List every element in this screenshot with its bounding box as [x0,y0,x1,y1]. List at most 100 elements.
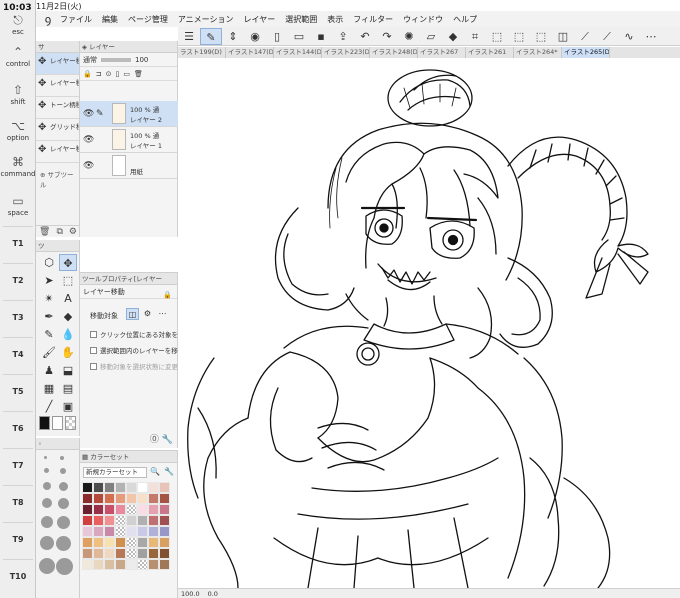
lock-icon[interactable]: 🔒 [83,70,92,78]
menu-view[interactable]: 表示 [327,14,343,25]
wrench-icon[interactable]: 🔧 [162,435,173,445]
blend-mode-select[interactable]: 通常 [83,55,97,65]
t7-key[interactable]: T7 [3,448,33,482]
color-swatch[interactable] [115,493,126,504]
ruler-icon[interactable]: ◫ [552,28,574,45]
document-tab[interactable]: イラスト264* [514,47,562,58]
color-swatch[interactable] [159,493,170,504]
color-swatch[interactable] [126,515,137,526]
color-swatch[interactable] [104,493,115,504]
color-swatch[interactable] [93,493,104,504]
decoration-icon[interactable]: ▦ [40,380,58,397]
brush-size-dot[interactable] [44,456,47,459]
color-swatch[interactable] [82,482,93,493]
angle-value[interactable]: 0.0 [208,589,218,598]
drawing-canvas[interactable] [178,58,680,588]
menu-layer[interactable]: レイヤー [244,14,276,25]
color-swatch[interactable] [115,526,126,537]
save-icon[interactable]: ▪ [310,28,332,45]
color-swatch[interactable] [126,559,137,570]
opacity-slider[interactable] [101,57,131,62]
transform-icon[interactable]: ⌗ [464,28,486,45]
color-swatch[interactable] [159,482,170,493]
menu-filter[interactable]: フィルター [353,14,393,25]
text-icon[interactable]: A [59,290,77,307]
brush-size-dot[interactable] [59,482,68,491]
search-icon[interactable]: 🔍 [150,467,160,476]
hamburger-icon[interactable]: ☰ [178,28,200,45]
color-swatch[interactable] [82,559,93,570]
color-swatch[interactable] [115,559,126,570]
document-tab[interactable]: イラスト267 [418,47,466,58]
color-swatch[interactable] [93,559,104,570]
move-icon[interactable]: ✥ [59,254,77,271]
trash-icon[interactable]: 🗑 [134,70,143,78]
export-icon[interactable]: ⇪ [332,28,354,45]
t10-key[interactable]: T10 [3,559,33,593]
document-tab-active[interactable]: イラスト265(D) [562,47,610,58]
deselect-icon[interactable]: ⬚ [508,28,530,45]
brush-size-dot[interactable] [57,516,70,529]
color-swatch[interactable] [82,493,93,504]
color-swatch[interactable] [137,548,148,559]
pencil-icon[interactable]: ✎ [40,326,58,343]
brush-size-dot[interactable] [60,468,66,474]
app-logo-icon[interactable]: ꝯ [36,12,60,27]
settings-icon[interactable]: ⚙ [69,226,77,237]
color-swatch[interactable] [148,526,159,537]
eye-icon[interactable]: 👁 [83,135,94,145]
updown-icon[interactable]: ⇕ [222,28,244,45]
document-tab[interactable]: イラスト223(D) [322,47,370,58]
document-tab[interactable]: イラスト147(D) [226,47,274,58]
gradient-icon[interactable]: ▤ [59,380,77,397]
color-swatch[interactable] [82,526,93,537]
menu-animation[interactable]: アニメーション [178,14,234,25]
curve-icon[interactable]: ∿ [618,28,640,45]
color-swatch[interactable] [126,504,137,515]
color-swatch[interactable] [115,537,126,548]
select-all-icon[interactable]: ⬚ [486,28,508,45]
target-tone-icon[interactable]: ⚙ [141,308,154,320]
info-icon[interactable]: ⓪ [150,435,159,445]
duplicate-icon[interactable]: ⧉ [56,226,62,237]
color-swatch[interactable] [93,515,104,526]
color-swatch[interactable] [137,515,148,526]
command-key[interactable]: ⌘ command [0,156,36,178]
add-subtool-button[interactable]: ⊕ サブツール [40,169,79,189]
eye-icon[interactable]: 👁 [83,161,94,171]
menu-file[interactable]: ファイル [60,14,92,25]
checkbox[interactable] [90,347,97,354]
invert-icon[interactable]: ⬚ [530,28,552,45]
document-tab[interactable]: イラスト261 [466,47,514,58]
color-swatch[interactable] [148,504,159,515]
menu-selection[interactable]: 選択範囲 [285,14,317,25]
option-click-move[interactable]: クリック位置にある対象を移動 [90,329,191,339]
brush-size-dot[interactable] [60,456,64,460]
brush-icon[interactable]: 🖌 [40,344,58,361]
subtool-item[interactable]: ✥ トーン柄移 [36,97,79,119]
lock-icon[interactable]: 🔒 [163,291,172,299]
color-swatch[interactable] [104,548,115,559]
target-grid-icon[interactable]: ⋯ [156,308,169,320]
pen-icon[interactable]: ✒ [40,308,58,325]
layer-row[interactable]: 👁 用紙 [80,153,178,179]
option-select-state[interactable]: 移動対象を選択状態に変更 [90,361,178,371]
opacity-value[interactable]: 100 [135,56,148,64]
color-swatch[interactable] [159,548,170,559]
new-file-icon[interactable]: ▯ [266,28,288,45]
document-tab[interactable]: ラスト199(D) [178,47,226,58]
color-swatch[interactable] [137,482,148,493]
t5-key[interactable]: T5 [3,374,33,408]
brush-size-dot[interactable] [39,558,55,574]
color-swatch[interactable] [115,548,126,559]
brush-size-dot[interactable] [58,498,69,509]
control-key[interactable]: ⌃ control [0,46,36,68]
t9-key[interactable]: T9 [3,522,33,556]
color-swatch[interactable] [104,537,115,548]
esc-key[interactable]: ⎋ esc [0,14,36,36]
color-swatch[interactable] [148,482,159,493]
color-swatch[interactable] [104,482,115,493]
color-swatch[interactable] [82,515,93,526]
document-tab[interactable]: イラスト144(D) [274,47,322,58]
target-layer-icon[interactable]: ◫ [126,308,139,320]
